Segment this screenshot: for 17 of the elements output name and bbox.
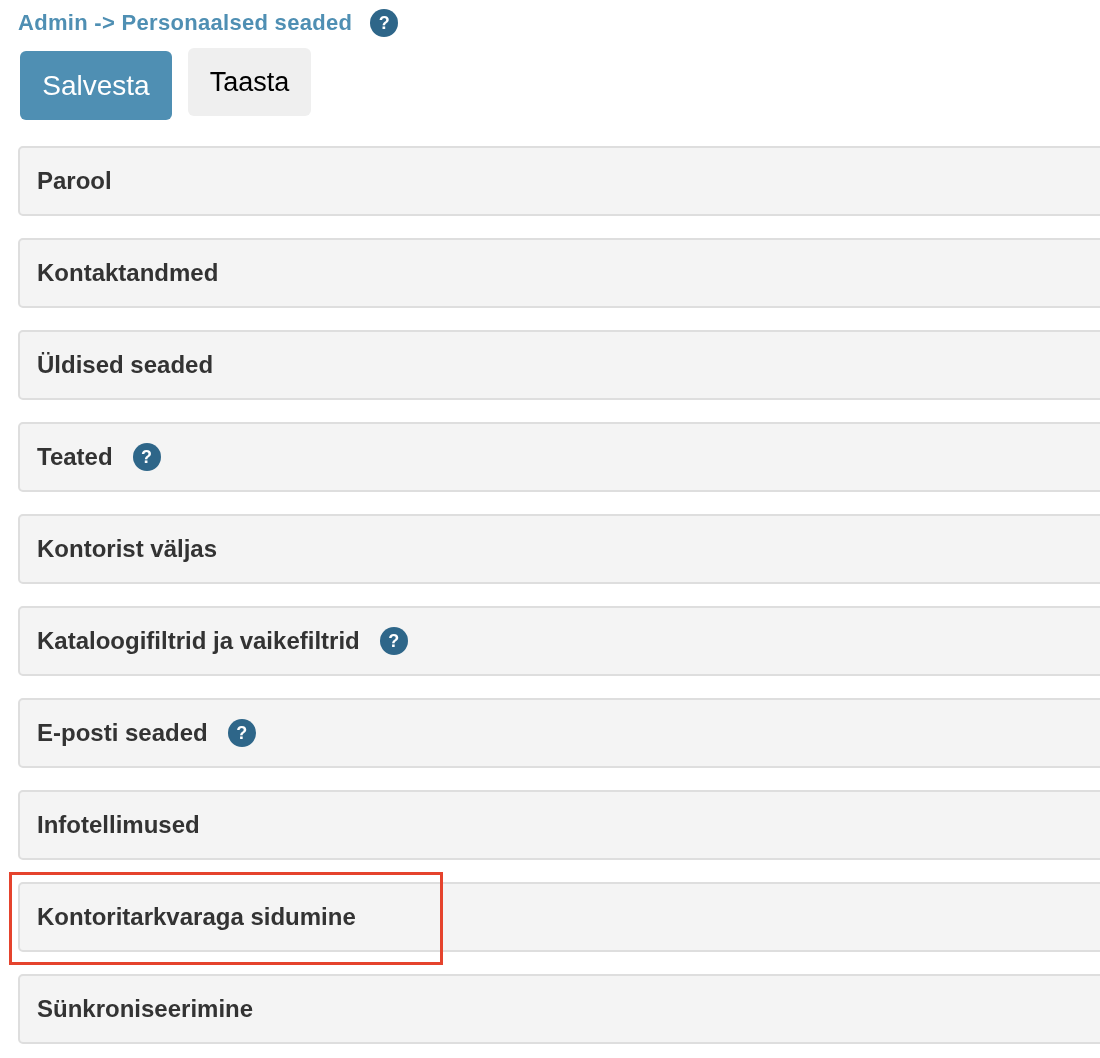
- section-header[interactable]: Infotellimused: [18, 790, 1100, 860]
- section-header[interactable]: Kontoritarkvaraga sidumine: [18, 882, 1100, 952]
- help-icon[interactable]: ?: [379, 627, 408, 655]
- section-header[interactable]: E-posti seaded ?: [18, 698, 1100, 768]
- save-button[interactable]: Salvesta: [20, 51, 172, 120]
- section-header[interactable]: Teated ?: [18, 422, 1100, 492]
- help-icon[interactable]: ?: [370, 9, 399, 37]
- section-header[interactable]: Sünkroniseerimine: [18, 974, 1100, 1044]
- section-header[interactable]: Kontaktandmed: [18, 238, 1100, 308]
- help-icon[interactable]: ?: [227, 719, 256, 747]
- section-header[interactable]: Kontorist väljas: [18, 514, 1100, 584]
- section-header[interactable]: Kataloogifiltrid ja vaikefiltrid ?: [18, 606, 1100, 676]
- section-header[interactable]: Parool: [18, 146, 1100, 216]
- help-icon[interactable]: ?: [132, 443, 161, 471]
- breadcrumb: Admin -> Personaalsed seaded: [18, 10, 353, 36]
- restore-button[interactable]: Taasta: [188, 48, 311, 116]
- section-header[interactable]: Üldised seaded: [18, 330, 1100, 400]
